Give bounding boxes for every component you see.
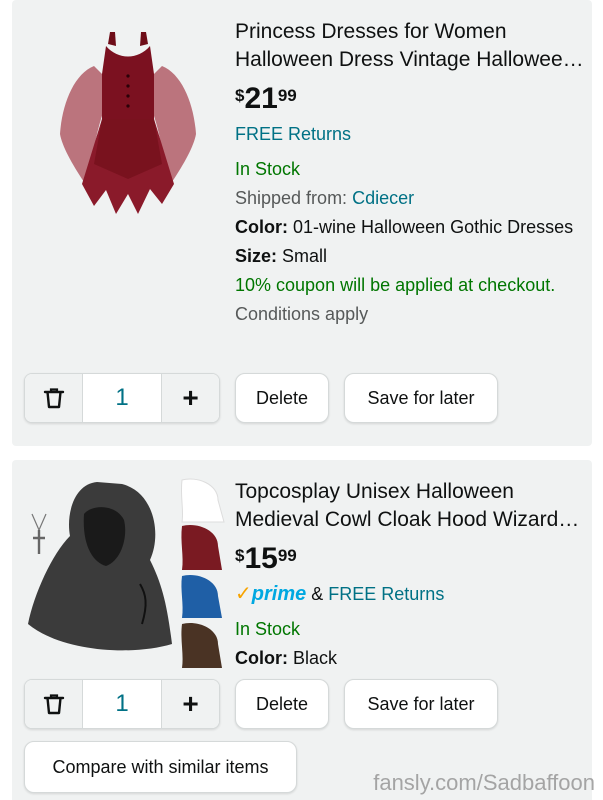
price-whole: 15: [244, 542, 278, 575]
stock-status: In Stock: [235, 619, 301, 639]
delete-icon-button[interactable]: [25, 374, 82, 422]
cart-item-card: Princess Dresses for Women Halloween Dre…: [12, 0, 592, 446]
trash-icon: [43, 694, 64, 715]
delete-icon-button[interactable]: [25, 680, 82, 728]
save-for-later-button[interactable]: Save for later: [344, 373, 498, 423]
free-returns-link[interactable]: FREE Returns: [235, 120, 585, 149]
price: $ 21 99: [235, 82, 585, 118]
price-fraction: 99: [277, 86, 297, 105]
item-info: Topcosplay Unisex Halloween Medieval Cow…: [235, 478, 585, 673]
dress-image: [60, 32, 196, 214]
conditions-link[interactable]: Conditions apply: [235, 304, 368, 324]
delete-button[interactable]: Delete: [235, 373, 329, 423]
color-value: Black: [293, 648, 338, 668]
product-image[interactable]: [22, 474, 226, 674]
price-fraction: 99: [277, 546, 297, 565]
size-label: Size:: [235, 246, 278, 266]
price-symbol: $: [235, 546, 245, 565]
increase-quantity-button[interactable]: +: [162, 374, 219, 422]
color-row: Color: Black: [235, 644, 585, 673]
color-row: Color: 01-wine Halloween Gothic Dresses: [235, 213, 585, 242]
coupon-text: 10% coupon will be applied at checkout.: [235, 275, 556, 295]
quantity-stepper: 1 +: [24, 373, 220, 423]
increase-quantity-button[interactable]: +: [162, 680, 219, 728]
shipped-from: Shipped from: Cdiecer: [235, 184, 585, 213]
product-title[interactable]: Topcosplay Unisex Halloween Medieval Cow…: [235, 478, 585, 534]
quantity-value[interactable]: 1: [82, 374, 162, 422]
product-image[interactable]: [22, 14, 226, 224]
price-symbol: $: [235, 86, 245, 105]
coupon-row: 10% coupon will be applied at checkout. …: [235, 271, 585, 329]
price-whole: 21: [244, 82, 278, 115]
cloak-image: [28, 478, 225, 668]
stock-status: In Stock: [235, 159, 301, 179]
color-value: 01-wine Halloween Gothic Dresses: [293, 217, 574, 237]
quantity-stepper: 1 +: [24, 679, 220, 729]
cart-item-card: Topcosplay Unisex Halloween Medieval Cow…: [12, 460, 592, 800]
prime-connector: &: [311, 584, 324, 604]
compare-similar-button[interactable]: Compare with similar items: [24, 741, 297, 793]
watermark: fansly.com/Sadbaffoon: [373, 770, 595, 795]
prime-returns-row: ✓prime & FREE Returns: [235, 580, 585, 609]
color-label: Color:: [235, 648, 288, 668]
item-info: Princess Dresses for Women Halloween Dre…: [235, 18, 585, 329]
shipped-from-label: Shipped from:: [235, 188, 348, 208]
product-title[interactable]: Princess Dresses for Women Halloween Dre…: [235, 18, 585, 74]
size-value: Small: [282, 246, 328, 266]
trash-icon: [43, 388, 64, 409]
prime-check-icon: ✓: [235, 583, 252, 605]
prime-badge: prime: [251, 583, 307, 605]
size-row: Size: Small: [235, 242, 585, 271]
quantity-value[interactable]: 1: [82, 680, 162, 728]
color-label: Color:: [235, 217, 288, 237]
price: $ 15 99: [235, 542, 585, 578]
delete-button[interactable]: Delete: [235, 679, 329, 729]
save-for-later-button[interactable]: Save for later: [344, 679, 498, 729]
seller-link[interactable]: Cdiecer: [352, 188, 414, 208]
free-returns-link[interactable]: FREE Returns: [328, 584, 444, 604]
